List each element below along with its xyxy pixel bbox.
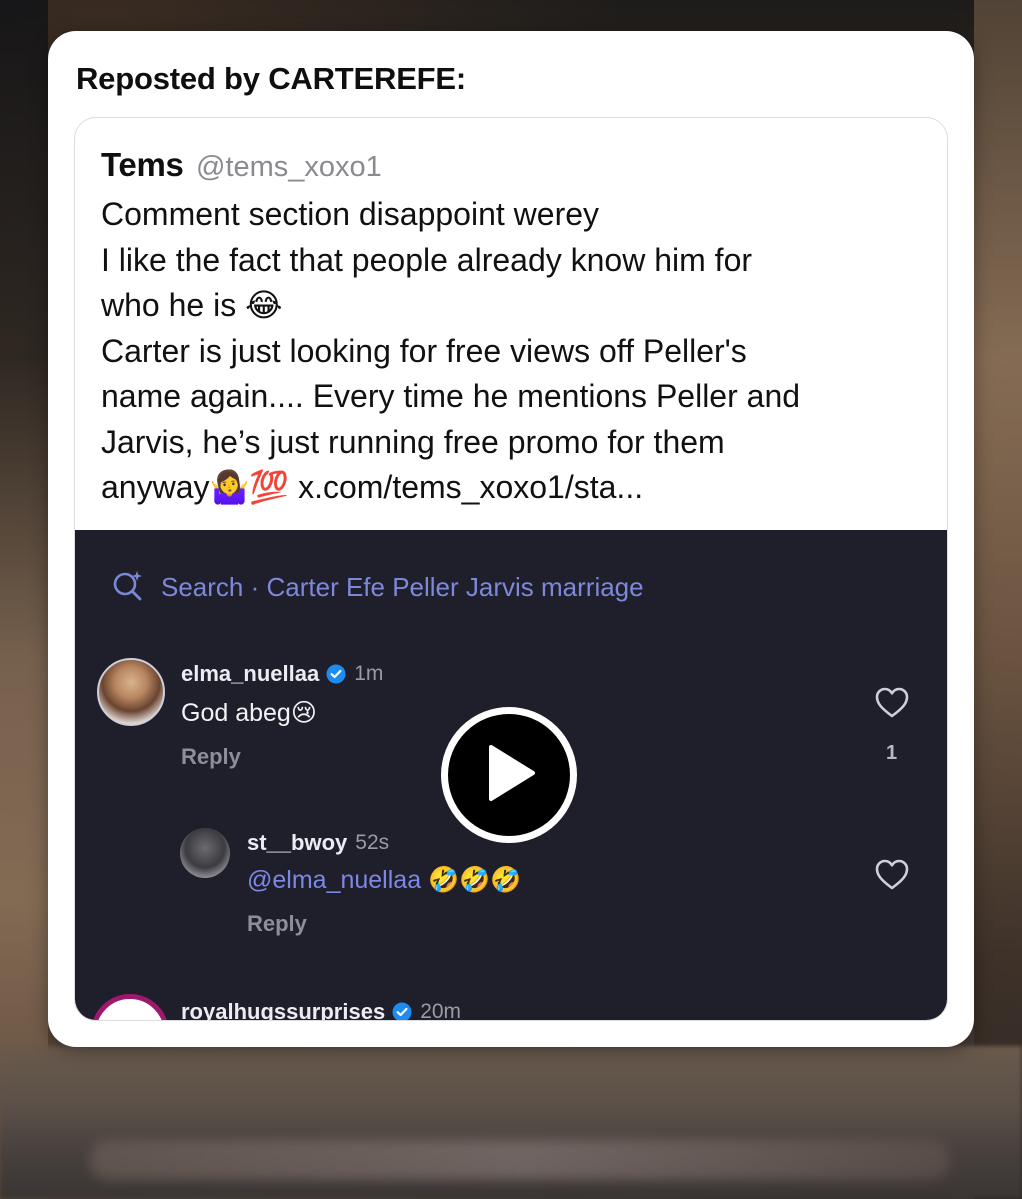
heart-icon[interactable] bbox=[875, 687, 909, 724]
comment-mention[interactable]: @elma_nuellaa bbox=[247, 866, 421, 894]
comment-time: 52s bbox=[355, 831, 390, 854]
comment-time: 1m bbox=[354, 662, 384, 685]
post-link[interactable]: x.com/tems_xoxo1/sta... bbox=[298, 469, 643, 505]
verified-badge-icon bbox=[326, 664, 346, 684]
post-line: name again.... Every time he mentions Pe… bbox=[101, 378, 801, 414]
search-suggestion[interactable]: Search · Carter Efe Peller Jarvis marria… bbox=[111, 568, 644, 607]
comment-username[interactable]: st__bwoy bbox=[247, 830, 347, 856]
post-line: Jarvis, he’s just running free promo for… bbox=[101, 423, 725, 460]
avatar[interactable] bbox=[180, 828, 230, 878]
quoted-post[interactable]: Tems @tems_xoxo1 Comment section disappo… bbox=[74, 117, 948, 1021]
reply-button[interactable]: Reply bbox=[247, 911, 307, 937]
post-line: Comment section disappoint werey bbox=[101, 196, 600, 232]
reply-button[interactable]: Reply bbox=[181, 744, 241, 770]
background-right bbox=[974, 0, 1022, 1199]
avatar[interactable] bbox=[91, 994, 169, 1020]
post-line: who he is 😂 bbox=[101, 287, 283, 323]
comment-username[interactable]: elma_nuellaa bbox=[181, 661, 319, 687]
comment-text: @elma_nuellaa 🤣🤣🤣 bbox=[247, 866, 521, 895]
search-sparkle-icon bbox=[111, 568, 145, 607]
verified-badge-icon bbox=[392, 1002, 412, 1020]
like-count: 1 bbox=[886, 742, 898, 764]
post-text: Comment section disappoint werey I like … bbox=[101, 192, 931, 511]
play-icon bbox=[481, 743, 537, 808]
comment-text: God abeg😢 bbox=[181, 699, 317, 727]
post-line-prefix: anyway🤷‍♀️💯 bbox=[101, 469, 290, 505]
comment-username-row: elma_nuellaa 1m bbox=[181, 661, 383, 687]
post-line: Carter is just looking for free views of… bbox=[101, 332, 747, 369]
repost-card: Reposted by CARTEREFE: Tems @tems_xoxo1 … bbox=[48, 31, 974, 1047]
comment-username-row: royalhugssurprises 20m bbox=[181, 999, 462, 1021]
post-line: I like the fact that people already know… bbox=[101, 241, 753, 278]
repost-header: Reposted by CARTEREFE: bbox=[76, 61, 467, 96]
video-thumbnail[interactable]: Search · Carter Efe Peller Jarvis marria… bbox=[75, 530, 947, 1021]
comment-username[interactable]: royalhugssurprises bbox=[181, 999, 385, 1020]
play-button[interactable] bbox=[441, 707, 577, 843]
comment-time: 20m bbox=[420, 1000, 462, 1021]
background-blur-band bbox=[90, 1140, 950, 1180]
author-handle[interactable]: @tems_xoxo1 bbox=[196, 151, 382, 183]
author-row: Tems @tems_xoxo1 bbox=[101, 146, 382, 184]
search-label: Search · Carter Efe Peller Jarvis marria… bbox=[161, 572, 644, 602]
author-name[interactable]: Tems bbox=[101, 146, 184, 183]
post-line-last: anyway🤷‍♀️💯 x.com/tems_xoxo1/sta... bbox=[101, 465, 931, 511]
background-left bbox=[0, 0, 48, 1199]
comment-username-row: st__bwoy 52s bbox=[247, 830, 389, 856]
heart-icon[interactable] bbox=[875, 859, 909, 896]
comment-emoji: 🤣🤣🤣 bbox=[428, 866, 522, 894]
avatar[interactable] bbox=[97, 658, 165, 726]
